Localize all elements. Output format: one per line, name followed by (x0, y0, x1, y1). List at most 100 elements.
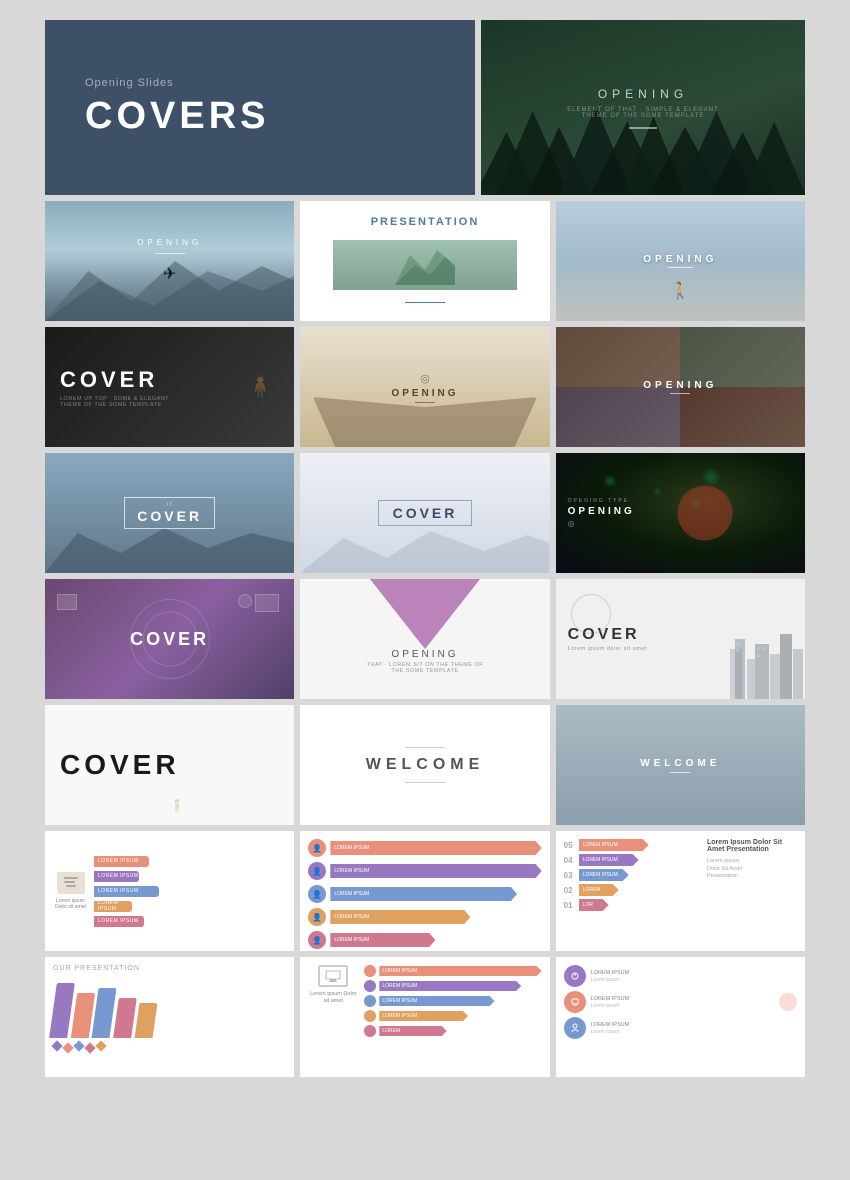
welcome-bottom-line (405, 782, 445, 783)
info1-icon-area: Lorem ipsumDolor sit amet (53, 872, 88, 911)
slide-presentation[interactable]: PRESENTATION (300, 201, 549, 321)
info1-bars: LOREM IPSUM LOREM IPSUM LOREM IPSUM LORE… (94, 856, 286, 927)
slide-lake[interactable]: 🚶 OPENING (556, 201, 805, 321)
bar-4: LOREM IPSUM (94, 901, 286, 912)
circle-icon-1 (564, 965, 586, 987)
slide-cover-dark[interactable]: 🧍 COVER LOREM UP TOP · SOME & ELEGANT TH… (45, 327, 294, 447)
cover-big-label: COVER (60, 749, 180, 781)
opening-forest-content: OPENING ELEMENT OF THAT · SIMPLE & ELEGA… (481, 20, 805, 195)
city-building (725, 629, 805, 699)
collage-label: OPENING (643, 380, 717, 391)
row-6: 🧍 COVER WELCOME WELCOME (45, 705, 805, 825)
circle-item-2: LOREM IPSUM Lorem ipsum (564, 991, 797, 1013)
cover-white2-label: COVER (393, 505, 458, 521)
slide-bluehill[interactable]: IT COVER (45, 453, 294, 573)
night-label: OPENING (568, 506, 635, 517)
info3-arrows: 05 LOREM IPSUM 04 LOREM IPSUM 03 LOREM I… (564, 839, 699, 943)
presentation-divider (405, 302, 445, 303)
circle-text-1: LOREM IPSUM Lorem ipsum (591, 970, 797, 983)
slide-night[interactable]: OPENING TYPE OPENING ◎ (556, 453, 805, 573)
slide-collage[interactable]: OPENING (556, 327, 805, 447)
slide-welcome-white[interactable]: WELCOME (300, 705, 549, 825)
info2-row2: 👤 LOREM IPSUM (308, 862, 541, 880)
info2-row4: 👤 LOREM IPSUM (308, 908, 541, 926)
slide-infographic2[interactable]: 👤 LOREM IPSUM 👤 LOREM IPSUM 👤 LOREM IPSU… (300, 831, 549, 951)
cover-dark-subtext: LOREM UP TOP · SOME & ELEGANT THEME OF T… (60, 396, 190, 408)
slide-city[interactable]: COVER Lorem ipsum dolor sit amet (556, 579, 805, 699)
diagonal-bars (53, 978, 286, 1038)
slide-opening-forest[interactable]: OPENING ELEMENT OF THAT · SIMPLE & ELEGA… (481, 20, 805, 195)
circle-text-3: LOREM IPSUM Lorem ipsum (591, 1022, 797, 1035)
info5-bar-4: LOREM IPSUM (364, 1010, 541, 1022)
arrow-row-5: 01 LOR (564, 899, 699, 911)
compass-icon: ◎ (420, 372, 430, 385)
opening-subtext: ELEMENT OF THAT · SIMPLE & ELEGANT THEME… (563, 107, 723, 119)
icon-person5: 👤 (308, 931, 326, 949)
plane-icon: ✈ (163, 264, 176, 284)
slide-welcome-photo[interactable]: WELCOME (556, 705, 805, 825)
arrow-row-3: 03 LOREM IPSUM (564, 869, 699, 881)
infographic4-content: OUR PRESENTATION (45, 957, 294, 1077)
main-container: Opening Slides COVERS OPENING (45, 20, 805, 1077)
circle-item-3: LOREM IPSUM Lorem ipsum (564, 1017, 797, 1039)
covers-title: COVERS (85, 95, 269, 138)
info5-bar-2: LOREM IPSUM (364, 980, 541, 992)
infographic2-content: 👤 LOREM IPSUM 👤 LOREM IPSUM 👤 LOREM IPSU… (300, 831, 549, 951)
slide-infographic4[interactable]: OUR PRESENTATION (45, 957, 294, 1077)
infographic3-content: 05 LOREM IPSUM 04 LOREM IPSUM 03 LOREM I… (556, 831, 805, 951)
opening-label: OPENING (598, 87, 688, 101)
silhouette-icon: 🧍 (247, 374, 274, 400)
slide-room[interactable]: COVER (45, 579, 294, 699)
info2-header: 👤 LOREM IPSUM (308, 839, 541, 857)
monitor-icon (318, 965, 348, 987)
bar-2: LOREM IPSUM (94, 871, 286, 882)
presentation-label: PRESENTATION (371, 216, 480, 228)
slide-cover-big[interactable]: 🧍 COVER (45, 705, 294, 825)
info5-bar-3: LOREM IPSUM (364, 995, 541, 1007)
slide-covers[interactable]: Opening Slides COVERS (45, 20, 475, 195)
slide-infographic1[interactable]: Lorem ipsumDolor sit amet LOREM IPSUM LO… (45, 831, 294, 951)
info2-row5: 👤 LOREM IPSUM (308, 931, 541, 949)
row-7: Lorem ipsumDolor sit amet LOREM IPSUM LO… (45, 831, 805, 951)
slide-flowers[interactable]: OPENING THAT · LOREM SIT ON THE THEME OF… (300, 579, 549, 699)
bluehill-label: COVER (137, 508, 202, 524)
slide-infographic5[interactable]: Lorem ipsum Dolor sit amet LOREM IPSUM L… (300, 957, 549, 1077)
row-1: Opening Slides COVERS OPENING (45, 20, 805, 195)
lake-label: OPENING (643, 254, 717, 265)
info5-bars: LOREM IPSUM LOREM IPSUM LOREM IPSUM LORE… (364, 965, 541, 1069)
presentation-photo (333, 240, 516, 290)
flowers-label: OPENING (391, 649, 458, 660)
welcome-label: WELCOME (366, 756, 485, 774)
covers-content: Opening Slides COVERS (45, 20, 475, 195)
row-5: COVER OPENING THAT · LOREM SIT ON THE TH… (45, 579, 805, 699)
slide-mountains[interactable]: OPENING ✈ (45, 201, 294, 321)
book-label: OPENING (391, 388, 458, 399)
info5-bar-5: LOREM (364, 1025, 541, 1037)
diag-bar-4 (113, 998, 137, 1038)
opening-type-label: OPENING TYPE (568, 498, 629, 504)
slide-infographic3[interactable]: 05 LOREM IPSUM 04 LOREM IPSUM 03 LOREM I… (556, 831, 805, 951)
circle-icon-3 (564, 1017, 586, 1039)
slide-book[interactable]: ◎ OPENING (300, 327, 549, 447)
infographic5-content: Lorem ipsum Dolor sit amet LOREM IPSUM L… (300, 957, 549, 1077)
our-presentation-label: OUR PRESENTATION (53, 965, 286, 972)
covers-subtitle: Opening Slides (85, 77, 174, 89)
row-4: IT COVER COVER (45, 453, 805, 573)
row-8: OUR PRESENTATION (45, 957, 805, 1077)
opening-divider (629, 127, 657, 129)
lake-divider (668, 267, 693, 268)
circle-icon-2 (564, 991, 586, 1013)
slide-infographic6[interactable]: LOREM IPSUM Lorem ipsum LOREM IPSUM Lore… (556, 957, 805, 1077)
info2-row3: 👤 LOREM IPSUM (308, 885, 541, 903)
lorem-ipsum1: Lorem ipsumDolor sit amet (55, 898, 86, 911)
bar-5: LOREM IPSUM (94, 916, 286, 927)
diag-bar-5 (135, 1003, 158, 1038)
icon-person2: 👤 (308, 862, 326, 880)
icon-person: 👤 (308, 839, 326, 857)
arrow-row-2: 04 LOREM IPSUM (564, 854, 699, 866)
night-icon: ◎ (568, 519, 575, 528)
cover-white-box: COVER (378, 500, 473, 526)
slide-cover-white2[interactable]: COVER (300, 453, 549, 573)
flowers-subtext: THAT · LOREM SIT ON THE THEME OF THE SOM… (365, 662, 485, 674)
bar-3: LOREM IPSUM (94, 886, 286, 897)
